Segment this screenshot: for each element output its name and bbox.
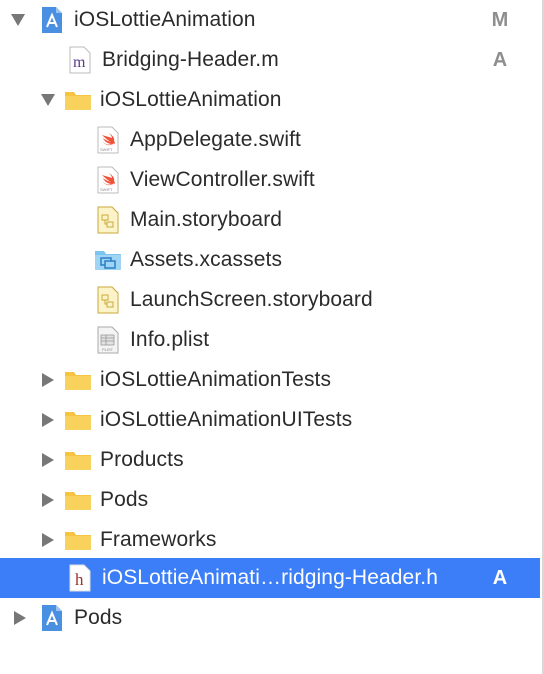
folder-icon bbox=[64, 486, 92, 514]
nav-item-label: Info.plist bbox=[130, 328, 210, 351]
nav-item-label: Pods bbox=[74, 606, 123, 629]
nav-item-viewcontroller-swift[interactable]: SWIFT ViewController.swift bbox=[0, 160, 540, 200]
nav-item-assets-xcassets[interactable]: Assets.xcassets bbox=[0, 240, 540, 280]
svg-text:SWIFT: SWIFT bbox=[100, 147, 113, 152]
nav-item-group-frameworks[interactable]: Frameworks bbox=[0, 520, 540, 560]
nav-item-project[interactable]: iOSLottieAnimation M bbox=[0, 0, 540, 40]
nav-item-label: Frameworks bbox=[100, 528, 217, 551]
disclosure-collapsed-icon[interactable] bbox=[38, 360, 58, 400]
nav-item-label: AppDelegate.swift bbox=[130, 128, 301, 151]
folder-icon bbox=[64, 406, 92, 434]
nav-item-main-storyboard[interactable]: Main.storyboard bbox=[0, 200, 540, 240]
nav-item-project-pods[interactable]: Pods bbox=[0, 598, 540, 638]
nav-item-appdelegate-swift[interactable]: SWIFT AppDelegate.swift bbox=[0, 120, 540, 160]
folder-icon bbox=[64, 366, 92, 394]
nav-item-label: Assets.xcassets bbox=[130, 248, 283, 271]
swift-file-icon: SWIFT bbox=[94, 166, 122, 194]
objc-h-file-icon: h bbox=[66, 564, 94, 592]
status-badge: A bbox=[492, 567, 508, 589]
asset-catalog-icon bbox=[94, 246, 122, 274]
svg-text:PLIST: PLIST bbox=[102, 347, 114, 352]
disclosure-collapsed-icon[interactable] bbox=[38, 520, 58, 560]
nav-item-bridging-header-h[interactable]: h iOSLottieAnimati…ridging-Header.h A bbox=[0, 558, 540, 598]
svg-text:h: h bbox=[75, 570, 84, 589]
nav-item-bridging-header-m[interactable]: m Bridging-Header.m A bbox=[0, 40, 540, 80]
nav-item-label: Bridging-Header.m bbox=[102, 48, 279, 71]
nav-item-label: LaunchScreen.storyboard bbox=[130, 288, 373, 311]
nav-item-label: Pods bbox=[100, 488, 149, 511]
disclosure-collapsed-icon[interactable] bbox=[38, 440, 58, 480]
disclosure-collapsed-icon[interactable] bbox=[38, 480, 58, 520]
storyboard-file-icon bbox=[94, 286, 122, 314]
disclosure-expanded-icon[interactable] bbox=[8, 0, 28, 40]
svg-text:SWIFT: SWIFT bbox=[100, 187, 113, 192]
storyboard-file-icon bbox=[94, 206, 122, 234]
nav-item-label: Products bbox=[100, 448, 184, 471]
status-badge: M bbox=[491, 9, 509, 31]
objc-m-file-icon: m bbox=[66, 46, 94, 74]
status-badge: A bbox=[492, 49, 508, 71]
disclosure-expanded-icon[interactable] bbox=[38, 80, 58, 120]
nav-item-label: iOSLottieAnimation bbox=[100, 88, 282, 111]
svg-text:m: m bbox=[73, 54, 86, 71]
disclosure-collapsed-icon[interactable] bbox=[38, 400, 58, 440]
nav-item-group-uitests[interactable]: iOSLottieAnimationUITests bbox=[0, 400, 540, 440]
folder-icon bbox=[64, 86, 92, 114]
swift-file-icon: SWIFT bbox=[94, 126, 122, 154]
nav-item-label: iOSLottieAnimation bbox=[74, 8, 256, 31]
xcode-project-icon bbox=[38, 604, 66, 632]
folder-icon bbox=[64, 446, 92, 474]
nav-item-label: iOSLottieAnimati…ridging-Header.h bbox=[102, 566, 438, 589]
nav-item-label: ViewController.swift bbox=[130, 168, 315, 191]
project-navigator: iOSLottieAnimation M m Bridging-Header.m… bbox=[0, 0, 544, 674]
nav-item-group-pods[interactable]: Pods bbox=[0, 480, 540, 520]
nav-item-info-plist[interactable]: PLIST Info.plist bbox=[0, 320, 540, 360]
plist-file-icon: PLIST bbox=[94, 326, 122, 354]
nav-item-label: iOSLottieAnimationUITests bbox=[100, 408, 353, 431]
nav-item-label: iOSLottieAnimationTests bbox=[100, 368, 332, 391]
xcode-project-icon bbox=[38, 6, 66, 34]
nav-item-group-tests[interactable]: iOSLottieAnimationTests bbox=[0, 360, 540, 400]
nav-item-label: Main.storyboard bbox=[130, 208, 283, 231]
nav-item-group-ioslottieanimation[interactable]: iOSLottieAnimation bbox=[0, 80, 540, 120]
disclosure-collapsed-icon[interactable] bbox=[10, 598, 30, 638]
folder-icon bbox=[64, 526, 92, 554]
nav-item-group-products[interactable]: Products bbox=[0, 440, 540, 480]
nav-item-launchscreen-storyboard[interactable]: LaunchScreen.storyboard bbox=[0, 280, 540, 320]
